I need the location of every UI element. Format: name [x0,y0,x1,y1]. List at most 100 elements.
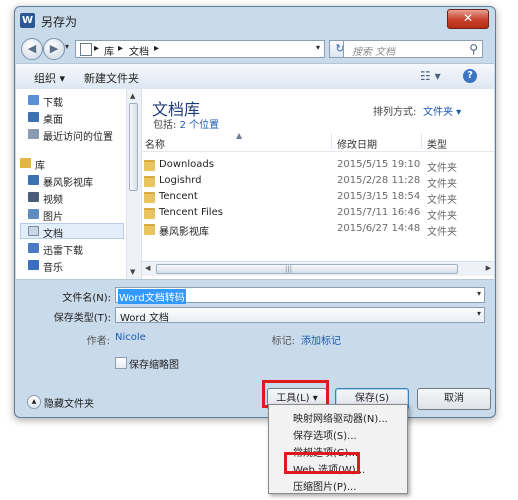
desktop-icon [28,112,39,122]
thunder-download-icon [28,243,39,253]
address-bar[interactable]: ▸ 库 ▸ 文档 ▸ ▾ [75,40,325,58]
chevron-down-icon[interactable]: ▾ [477,289,481,298]
breadcrumb-library[interactable]: 库 [104,43,114,58]
file-date: 2015/5/15 19:10 [337,159,421,170]
help-icon[interactable]: ? [463,69,477,83]
scrollbar-thumb[interactable]: ||| [156,264,458,274]
column-name[interactable]: 名称 [145,136,165,151]
file-type: 文件夹 [427,227,457,238]
save-thumbnail-checkbox[interactable] [115,357,127,369]
filename-input[interactable]: Word文档转码 ▾ [115,287,485,304]
file-row[interactable]: Tencent 2015/3/15 18:54 文件夹 [141,190,494,206]
scroll-down-icon[interactable]: ▼ [130,268,135,276]
search-box[interactable]: 搜索 文档 ⚲ [343,40,483,58]
location-icon [80,43,92,56]
close-button[interactable]: ✕ [447,9,489,29]
hide-folders-label: 隐藏文件夹 [44,399,94,410]
column-header: ▲ 名称 修改日期 类型 [141,131,494,152]
sidebar-item-pictures[interactable]: 图片 [28,207,138,223]
sidebar-item-music[interactable]: 音乐 [28,258,138,274]
search-icon[interactable]: ⚲ [469,42,478,56]
folder-icon [144,208,155,219]
scrollbar-grip-icon: ||| [285,265,293,273]
author-value[interactable]: Nicole [115,332,146,343]
sidebar-item-recent-places[interactable]: 最近访问的位置 [28,127,138,143]
menu-item-compress-pictures[interactable]: 压缩图片(P)... [293,478,356,493]
author-label: 作者: [86,336,110,347]
recent-locations-dropdown-icon[interactable]: ▾ [65,42,69,51]
save-type-label: 保存类型(T): [53,313,111,324]
forward-button[interactable]: ▶ [43,38,65,60]
library-icon [20,158,31,168]
hide-folders-button[interactable]: ▲ 隐藏文件夹 [27,395,107,410]
save-thumbnail-label[interactable]: 保存缩略图 [129,356,179,371]
address-dropdown-icon[interactable]: ▾ [316,43,320,52]
chevron-up-icon: ▲ [27,395,41,409]
chevron-down-icon[interactable]: ▾ [477,309,481,318]
sidebar-item-thunder-download[interactable]: 迅雷下载 [28,241,138,257]
view-options-icon[interactable]: ☷ ▾ [420,69,441,83]
scroll-up-icon[interactable]: ▲ [130,92,135,100]
sidebar-item-documents[interactable]: 文档 [20,223,124,240]
column-date[interactable]: 修改日期 [337,136,377,151]
tags-label: 标记: [271,336,295,347]
file-row[interactable]: Tencent Files 2015/7/11 16:46 文件夹 [141,206,494,222]
file-name: Tencent [159,191,198,202]
menu-item-map-network-drive[interactable]: 映射网络驱动器(N)... [293,410,388,425]
filename-value[interactable]: Word文档转码 [118,289,186,304]
file-row[interactable]: 暴风影视库 2015/6/27 14:48 文件夹 [141,222,494,238]
breadcrumb-separator[interactable]: ▸ [154,43,159,54]
library-locations-link[interactable]: 2 个位置 [180,120,220,131]
file-date: 2015/6/27 14:48 [337,223,421,234]
library-subtitle-prefix: 包括: [153,120,180,131]
sidebar-item-desktop[interactable]: 桌面 [28,110,138,126]
scroll-right-icon[interactable]: ▶ [486,264,491,272]
organize-button[interactable]: 组织 ▾ [34,70,65,86]
sidebar-item-label: 最近访问的位置 [43,132,113,143]
file-date: 2015/7/11 16:46 [337,207,421,218]
arrange-by-dropdown[interactable]: 文件夹 ▾ [423,103,461,118]
sidebar-item-videos[interactable]: 视频 [28,190,138,206]
cancel-button[interactable]: 取消 [417,388,491,410]
search-input[interactable]: 搜索 文档 [352,43,395,58]
sidebar-item-label: 桌面 [43,115,63,126]
navigation-pane: 下载 桌面 最近访问的位置 库 暴风影视库 视频 图片 文档 迅雷下载 音乐 [16,89,126,279]
save-type-select[interactable]: Word 文档 ▾ [115,307,485,324]
new-folder-button[interactable]: 新建文件夹 [84,70,139,86]
breadcrumb-documents[interactable]: 文档 [129,43,149,58]
filename-label: 文件名(N): [62,293,111,304]
sidebar-item-label: 库 [35,161,45,172]
file-list-horizontal-scrollbar[interactable]: ◀ ||| ▶ [142,261,494,276]
sidebar-item-video-library[interactable]: 暴风影视库 [28,173,138,189]
breadcrumb-separator[interactable]: ▸ [118,43,123,54]
navigation-pane-scrollbar[interactable]: ▲ ▼ [126,89,142,279]
scrollbar-thumb[interactable] [129,103,138,191]
save-as-dialog: W 另存为 ✕ ◀ ▶ ▾ ▸ 库 ▸ 文档 ▸ ▾ ↻ 搜索 文档 ⚲ 组织 … [14,6,496,418]
sidebar-item-label: 音乐 [43,263,63,274]
file-list-pane: 文档库 包括: 2 个位置 排列方式: 文件夹 ▾ ▲ 名称 修改日期 类型 D… [141,89,494,279]
sidebar-item-downloads[interactable]: 下载 [28,93,138,109]
folder-icon [144,192,155,203]
file-name: Downloads [159,159,214,170]
folder-icon [144,160,155,171]
title-bar: W 另存为 ✕ [15,7,495,33]
file-type: 文件夹 [427,211,457,222]
folder-icon [144,224,155,235]
pictures-icon [28,209,39,219]
sidebar-item-label: 视频 [43,195,63,206]
column-divider[interactable] [421,133,422,149]
web-options-highlight [284,452,360,474]
scroll-left-icon[interactable]: ◀ [145,264,150,272]
breadcrumb-separator[interactable]: ▸ [94,43,99,54]
file-row[interactable]: Downloads 2015/5/15 19:10 文件夹 [141,158,494,174]
sidebar-item-libraries[interactable]: 库 [20,156,130,172]
menu-item-save-options[interactable]: 保存选项(S)... [293,427,357,442]
column-type[interactable]: 类型 [427,136,447,151]
file-row[interactable]: Logishrd 2015/2/28 11:28 文件夹 [141,174,494,190]
column-divider[interactable] [331,133,332,149]
sort-ascending-icon: ▲ [236,131,243,140]
tags-value[interactable]: 添加标记 [301,332,341,347]
back-button[interactable]: ◀ [21,38,43,60]
video-library-icon [28,175,39,185]
video-icon [28,192,39,202]
